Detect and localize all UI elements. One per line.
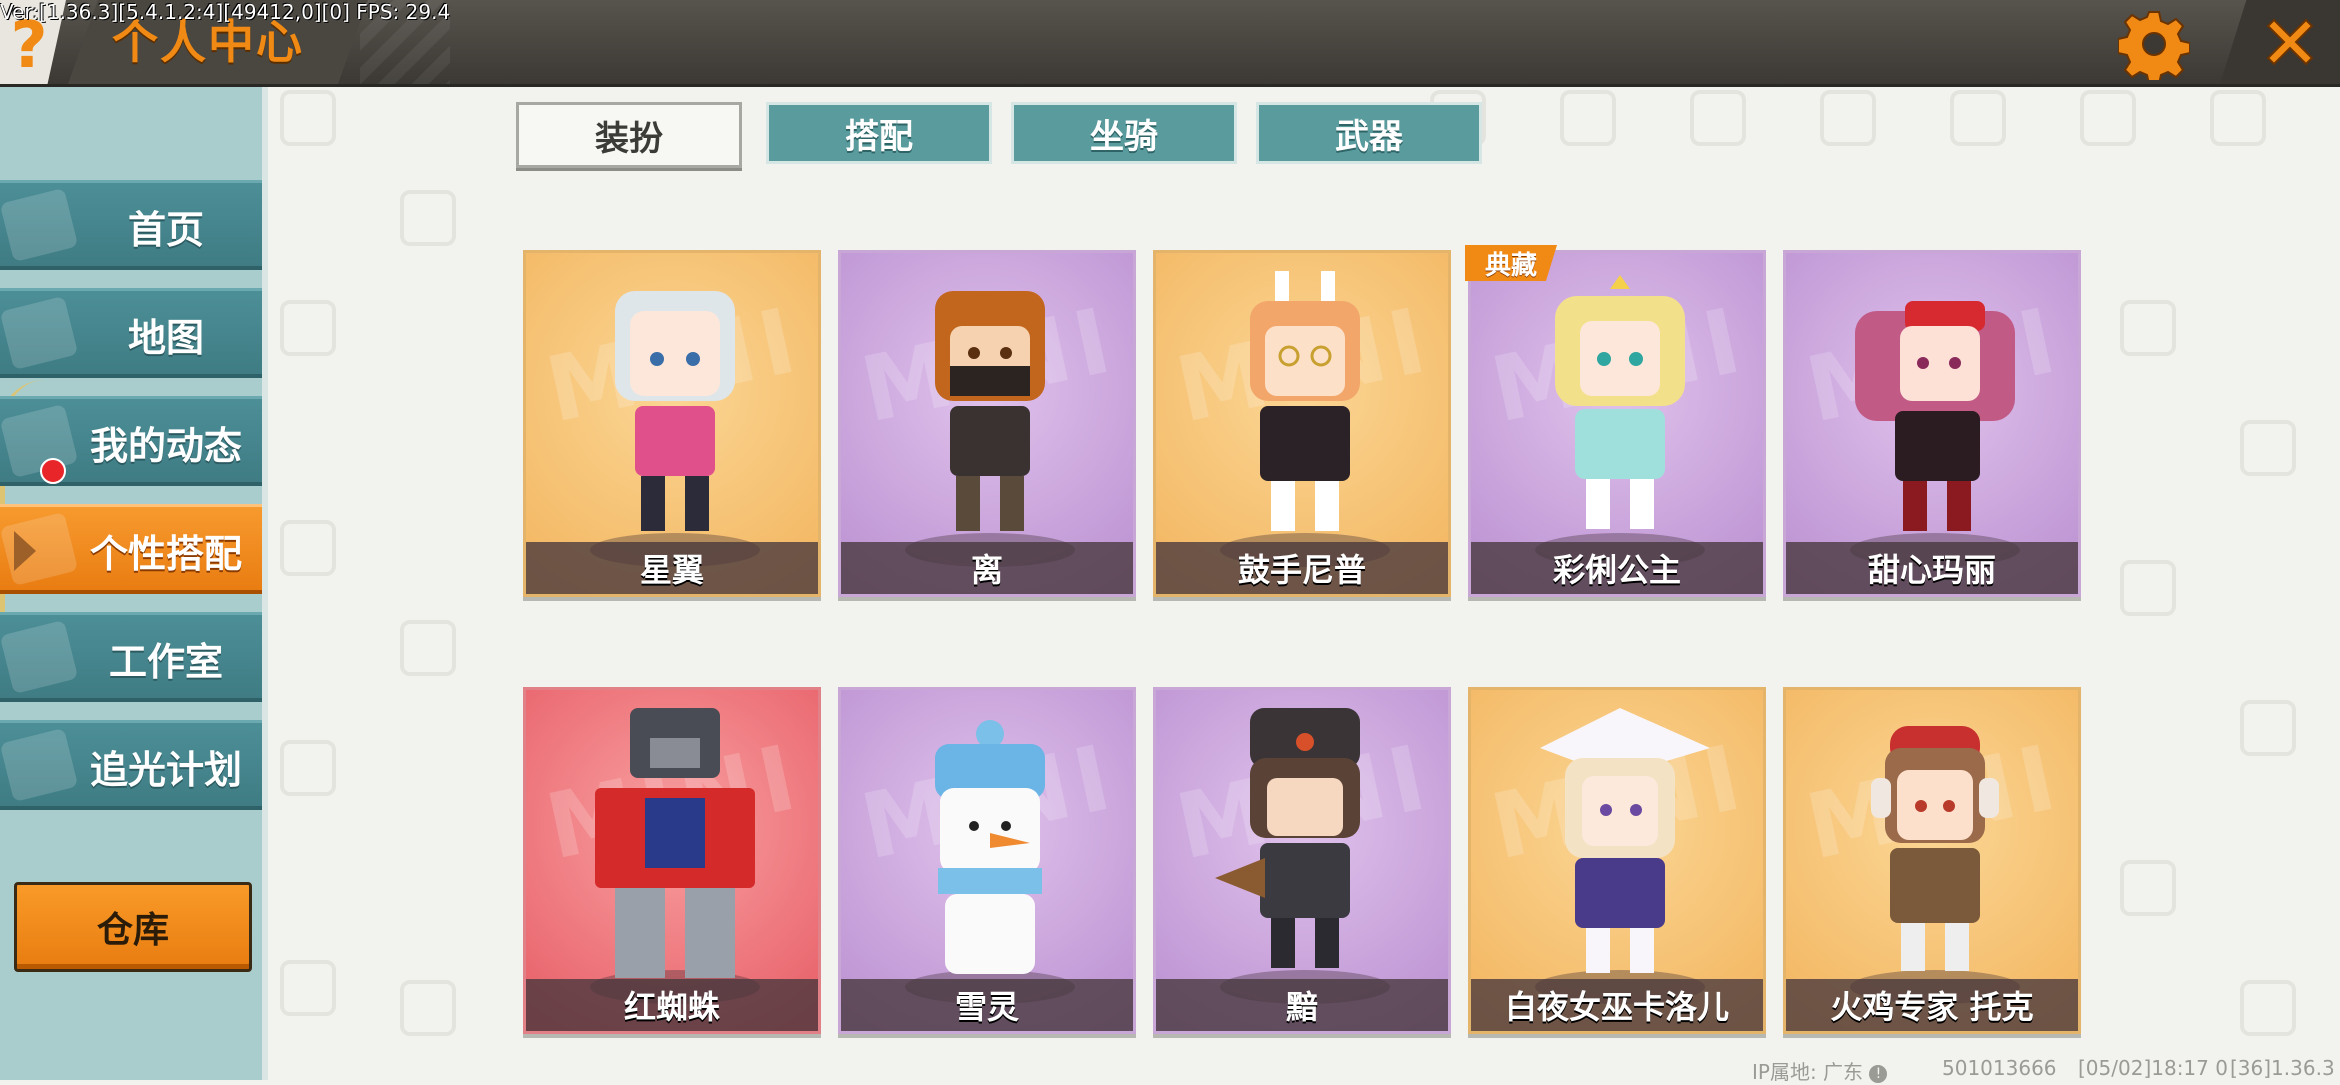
tab-costume[interactable]: 装扮	[516, 102, 742, 168]
ip-location-text: IP属地: 广东	[1752, 1060, 1864, 1084]
skin-card[interactable]: MINI 彩俐公主	[1468, 250, 1766, 597]
tab-weapon[interactable]: 武器	[1256, 102, 1482, 164]
skin-card[interactable]: MINI 白夜女巫卡洛儿	[1468, 687, 1766, 1034]
sidebar-item-label: 个性搭配	[89, 531, 242, 576]
card-name: 甜心玛丽	[1786, 542, 2078, 594]
pattern-icon	[1950, 90, 2006, 146]
warehouse-button[interactable]: 仓库	[14, 882, 252, 972]
map-icon	[0, 295, 79, 371]
character-figure	[935, 291, 1045, 531]
character-figure	[615, 291, 735, 531]
settings-button[interactable]	[2117, 8, 2191, 85]
pattern-icon	[2120, 860, 2176, 916]
skin-card[interactable]: MINI 黯	[1153, 687, 1451, 1034]
outfit-icon	[0, 511, 79, 587]
pattern-icon	[280, 960, 336, 1016]
skin-card[interactable]: MINI 雪灵	[838, 687, 1136, 1034]
card-name: 鼓手尼普	[1156, 542, 1448, 594]
pattern-icon	[1820, 90, 1876, 146]
feed-icon	[0, 403, 79, 479]
gear-icon	[2117, 11, 2191, 85]
pattern-icon	[2240, 980, 2296, 1036]
pattern-icon	[2120, 300, 2176, 356]
pattern-icon	[280, 300, 336, 356]
character-figure	[935, 720, 1045, 974]
card-name: 红蜘蛛	[526, 979, 818, 1031]
character-figure	[1555, 275, 1685, 529]
card-name: 白夜女巫卡洛儿	[1471, 979, 1763, 1031]
skin-card[interactable]: MINI 火鸡专家 托克	[1783, 687, 2081, 1034]
skin-card[interactable]: MINI 离	[838, 250, 1136, 597]
pattern-icon	[2080, 90, 2136, 146]
card-name: 火鸡专家 托克	[1786, 979, 2078, 1031]
tab-mount[interactable]: 坐骑	[1011, 102, 1237, 164]
pattern-icon	[2120, 560, 2176, 616]
version-info: [36]1.36.3	[2230, 1056, 2335, 1080]
studio-icon	[0, 619, 79, 695]
pattern-icon	[2210, 90, 2266, 146]
collection-badge: 典藏	[1465, 245, 1557, 281]
pattern-icon	[1690, 90, 1746, 146]
sidebar-divider	[262, 87, 268, 1080]
user-id: 501013666	[1942, 1056, 2057, 1080]
character-figure	[595, 708, 755, 978]
sidebar-item-label: 首页	[127, 207, 204, 252]
sidebar-item-studio[interactable]: 工作室	[0, 612, 262, 702]
timestamp: [05/02]18:17 0	[2078, 1056, 2228, 1080]
pattern-icon	[400, 980, 456, 1036]
sidebar-item-label: 我的动态	[89, 423, 242, 468]
card-name: 星翼	[526, 542, 818, 594]
pattern-icon	[280, 520, 336, 576]
card-name: 雪灵	[841, 979, 1133, 1031]
sidebar-item-home[interactable]: 首页	[0, 180, 262, 270]
character-figure	[1540, 708, 1710, 973]
notification-dot	[40, 458, 66, 484]
skin-card[interactable]: MINI 甜心玛丽	[1783, 250, 2081, 597]
close-icon	[2266, 18, 2314, 66]
character-figure	[1855, 301, 2015, 531]
home-icon	[0, 187, 79, 263]
debug-info: Ver:[1.36.3][5.4.1.2:4][49412,0][0] FPS:…	[0, 0, 451, 24]
pattern-icon	[400, 190, 456, 246]
card-name: 彩俐公主	[1471, 542, 1763, 594]
character-figure	[1215, 708, 1360, 968]
pattern-icon	[1560, 90, 1616, 146]
skin-card[interactable]: MINI 红蜘蛛	[523, 687, 821, 1034]
ip-location: IP属地: 广东 !	[1752, 1056, 1888, 1084]
character-figure	[1250, 271, 1360, 531]
sidebar-item-label: 地图	[127, 315, 204, 360]
pattern-icon	[280, 90, 336, 146]
character-figure	[1871, 726, 1999, 971]
chase-light-icon	[0, 727, 79, 803]
sidebar-item-outfit[interactable]: 个性搭配	[0, 504, 262, 594]
sidebar-item-chase-light[interactable]: 追光计划	[0, 720, 262, 810]
pattern-icon	[2240, 700, 2296, 756]
tab-match[interactable]: 搭配	[766, 102, 992, 164]
pattern-icon	[2240, 420, 2296, 476]
card-name: 黯	[1156, 979, 1448, 1031]
pattern-icon	[400, 620, 456, 676]
skin-card[interactable]: MINI 鼓手尼普	[1153, 250, 1451, 597]
close-button[interactable]	[2220, 0, 2340, 84]
sidebar-item-map[interactable]: 地图	[0, 288, 262, 378]
sidebar-item-label: 工作室	[108, 639, 223, 684]
skin-card[interactable]: MINI 星翼	[523, 250, 821, 597]
sidebar-item-label: 追光计划	[89, 747, 242, 792]
card-name: 离	[841, 542, 1133, 594]
pattern-icon	[280, 740, 336, 796]
